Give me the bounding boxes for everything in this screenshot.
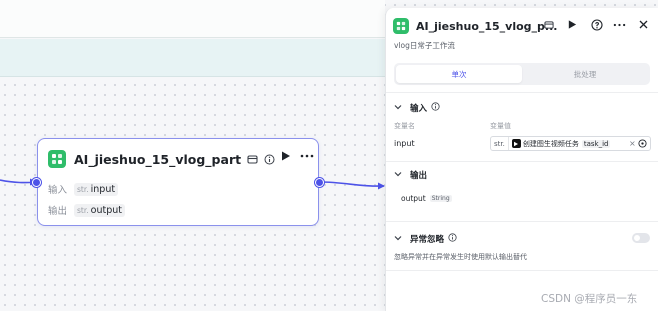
- node-input-tag: str. input: [74, 182, 119, 196]
- video-node-icon: [511, 139, 521, 148]
- more-icon[interactable]: [300, 150, 314, 162]
- ref-type: str.: [491, 137, 509, 150]
- divider: [386, 221, 658, 222]
- node-output-label: 输出: [48, 206, 68, 217]
- error-section-description: 忽略异常并在异常发生时使用默认输出替代: [394, 253, 527, 261]
- output-section-title: 输出: [410, 171, 428, 181]
- run-mode-tabs: 单次 批处理: [394, 63, 650, 85]
- node-input-type: str.: [77, 184, 89, 194]
- node-input-label: 输入: [48, 185, 68, 196]
- ref-variable: task_id: [581, 139, 611, 148]
- error-section-header[interactable]: 异常忽略: [394, 233, 457, 245]
- output-param-type: String: [429, 195, 452, 202]
- node-title: AI_jieshuo_15_vlog_part: [74, 151, 242, 167]
- node-input-row: 输入 str. input: [48, 181, 119, 197]
- outgoing-edge-arrow: [378, 182, 385, 190]
- panel-title: AI_jieshuo_15_vlog_p...: [416, 19, 558, 33]
- panel-description: vlog日常子工作流: [394, 41, 455, 50]
- panel-save-icon[interactable]: [544, 20, 554, 30]
- outgoing-edge: [319, 181, 385, 187]
- node-output-port[interactable]: [315, 178, 324, 187]
- node-output-type: str.: [77, 205, 89, 215]
- panel-workflow-icon: [393, 18, 409, 34]
- tab-batch[interactable]: 批处理: [522, 65, 648, 83]
- panel-more-icon[interactable]: [613, 19, 626, 31]
- close-icon[interactable]: [638, 19, 649, 30]
- toggle-switch[interactable]: [632, 233, 650, 243]
- input-section-header[interactable]: 输入: [394, 102, 440, 114]
- tab-single[interactable]: 单次: [396, 65, 522, 83]
- divider: [386, 92, 658, 93]
- node-header: AI_jieshuo_15_vlog_part: [48, 149, 314, 169]
- chevron-down-icon[interactable]: [394, 170, 402, 180]
- node-output-row: 输出 str. output: [48, 202, 125, 218]
- info-icon[interactable]: [264, 154, 275, 165]
- node-output-tag: str. output: [74, 203, 125, 217]
- divider: [386, 270, 658, 271]
- node-output-name: output: [90, 204, 122, 216]
- node-config-panel: AI_jieshuo_15_vlog_p... vlog日常子工作流 单次 批处…: [385, 8, 658, 311]
- node-input-port[interactable]: [32, 178, 41, 187]
- info-icon[interactable]: [448, 233, 457, 245]
- panel-play-icon[interactable]: [567, 19, 577, 30]
- chevron-down-icon[interactable]: [394, 234, 402, 244]
- input-section-title: 输入: [410, 104, 428, 114]
- output-param-row: output String: [401, 194, 452, 203]
- chevron-down-icon[interactable]: [394, 103, 402, 113]
- output-param-name: output: [401, 194, 426, 203]
- save-icon[interactable]: [247, 154, 258, 165]
- column-label-name: 变量名: [394, 122, 415, 130]
- workflow-app-icon: [48, 150, 66, 168]
- clear-icon[interactable]: ×: [629, 139, 636, 148]
- error-section-title: 异常忽略: [410, 235, 445, 245]
- panel-header: AI_jieshuo_15_vlog_p...: [393, 17, 653, 35]
- help-icon[interactable]: [591, 19, 603, 31]
- input-value-reference[interactable]: str. 创建图生视频任务 task_id ×: [490, 136, 651, 151]
- play-icon[interactable]: [280, 150, 291, 162]
- output-section-header[interactable]: 输出: [394, 169, 427, 181]
- column-label-value: 变量值: [490, 122, 511, 130]
- var-picker-icon[interactable]: [638, 139, 647, 150]
- ref-node-name: 创建图生视频任务: [522, 139, 579, 148]
- info-icon[interactable]: [431, 102, 440, 114]
- workflow-node[interactable]: AI_jieshuo_15_vlog_part 输入 str. input 输出…: [37, 138, 319, 226]
- node-input-name: input: [90, 183, 116, 195]
- input-param-name: input: [394, 139, 415, 148]
- divider: [386, 161, 658, 162]
- watermark: CSDN @程序员一东: [541, 293, 638, 305]
